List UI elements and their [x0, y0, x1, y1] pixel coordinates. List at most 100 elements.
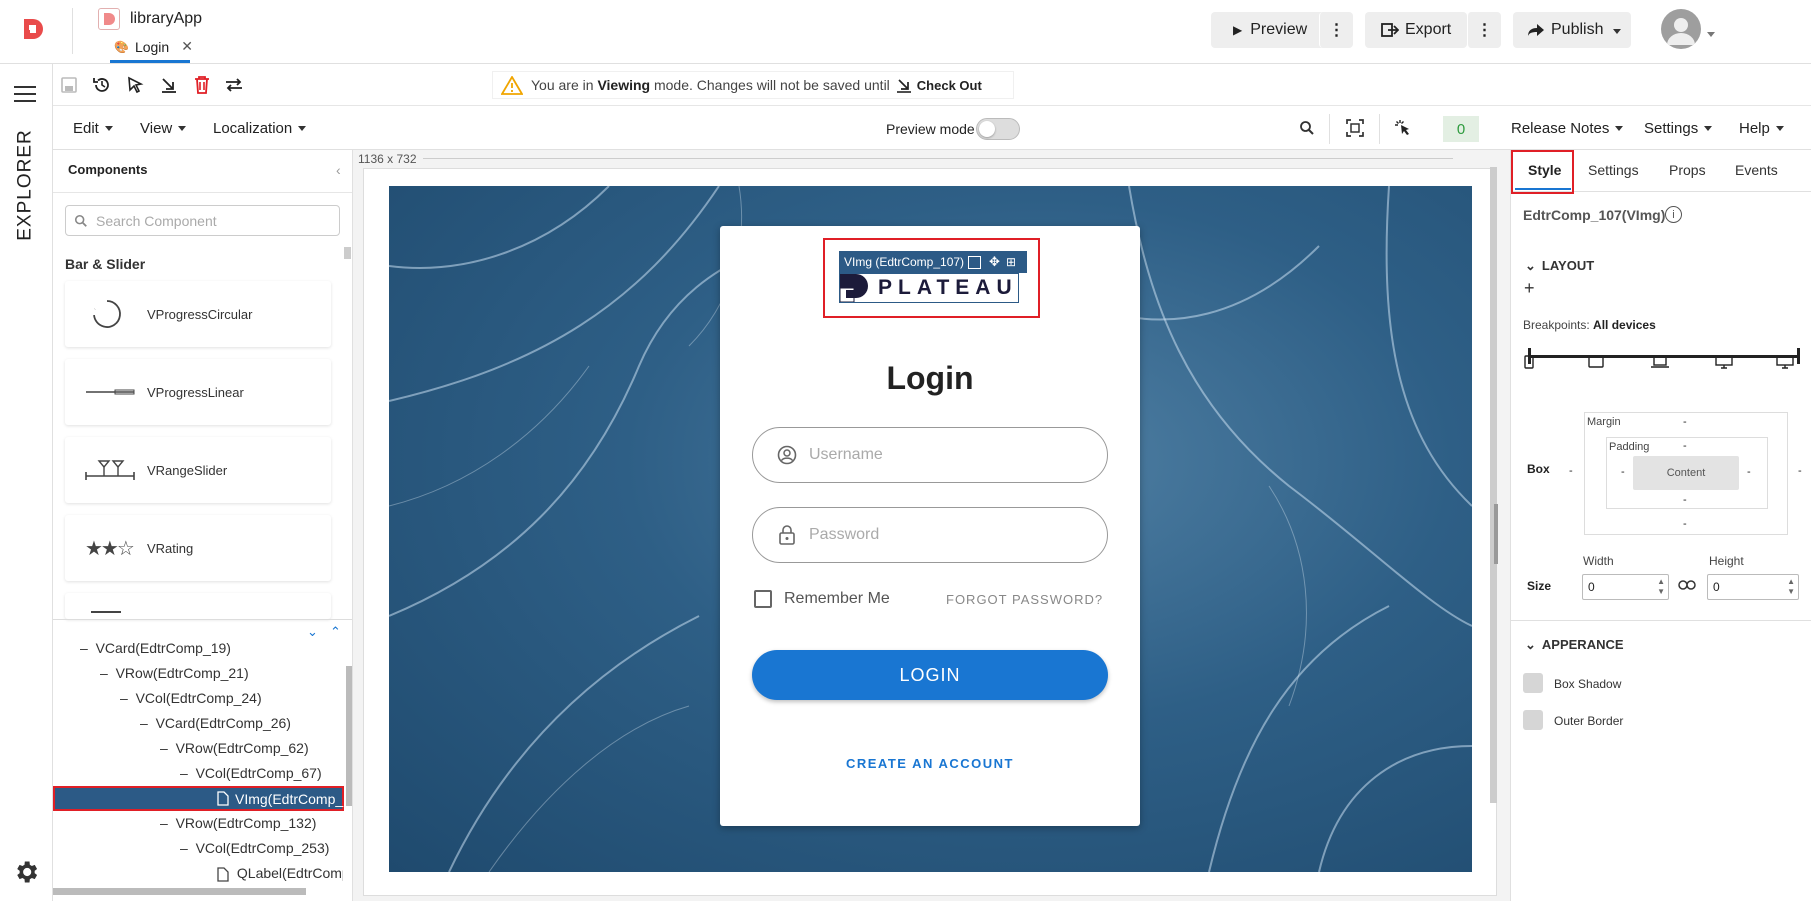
- component-item[interactable]: [65, 593, 331, 619]
- search-component-input[interactable]: Search Component: [65, 205, 340, 236]
- select-pointer-icon[interactable]: [126, 76, 144, 94]
- component-item[interactable]: VProgressLinear: [65, 359, 331, 425]
- preview-mode-toggle[interactable]: [976, 118, 1020, 140]
- tree-item[interactable]: – VCard(EdtrComp_26): [140, 715, 291, 731]
- tab-style[interactable]: Style: [1528, 162, 1561, 178]
- tree-item[interactable]: QLabel(EdtrComp: [217, 865, 343, 882]
- tree-item[interactable]: – VCol(EdtrComp_253): [180, 840, 329, 856]
- history-icon[interactable]: [93, 76, 111, 94]
- password-input[interactable]: Password: [752, 507, 1108, 563]
- close-tab-icon[interactable]: ✕: [181, 38, 193, 55]
- tree-item[interactable]: – VRow(EdtrComp_62): [160, 740, 309, 756]
- checkout-icon: [896, 77, 912, 93]
- export-more-icon[interactable]: ⋮: [1467, 12, 1501, 48]
- tree-item-selected[interactable]: VImg(EdtrComp_: [53, 786, 344, 811]
- move-icon[interactable]: ✥: [989, 254, 1000, 270]
- warning-icon: [501, 75, 523, 95]
- create-account-link[interactable]: CREATE AN ACCOUNT: [720, 756, 1140, 771]
- rating-icon: ★★☆: [85, 537, 135, 560]
- search-icon: [74, 214, 88, 228]
- outer-border-toggle[interactable]: [1523, 710, 1543, 730]
- tree-horizontal-scrollbar[interactable]: [53, 888, 306, 895]
- tablet-icon[interactable]: [1588, 356, 1604, 368]
- login-title: Login: [886, 360, 974, 396]
- menu-settings[interactable]: Settings: [1644, 120, 1713, 137]
- screenshot-frame-icon[interactable]: [1346, 119, 1364, 137]
- swap-icon[interactable]: [225, 77, 243, 93]
- search-icon[interactable]: [1299, 120, 1315, 136]
- tab-login[interactable]: 🎨 Login ✕: [114, 38, 193, 55]
- laptop-icon[interactable]: [1651, 356, 1669, 368]
- height-input[interactable]: 0 ▲ ▼: [1707, 574, 1799, 600]
- link-icon[interactable]: [1678, 579, 1696, 591]
- click-cursor-icon[interactable]: [1394, 119, 1412, 137]
- canvas-scrollbar[interactable]: [1490, 167, 1497, 803]
- tree-item[interactable]: – VRow(EdtrComp_132): [160, 815, 316, 831]
- count-badge: 0: [1443, 116, 1479, 142]
- check-in-icon[interactable]: [160, 76, 178, 94]
- width-input[interactable]: 0 ▲ ▼: [1582, 574, 1669, 600]
- menu-localization[interactable]: Localization: [213, 120, 307, 137]
- components-title: Components: [68, 162, 148, 177]
- appearance-section-header[interactable]: ⌄ APPERANCE: [1525, 637, 1624, 653]
- collapse-panel-icon[interactable]: ‹: [336, 162, 341, 178]
- login-button[interactable]: LOGIN: [752, 650, 1108, 700]
- preview-mode-label: Preview mode: [886, 121, 975, 137]
- tree-item[interactable]: – VCol(EdtrComp_67): [180, 765, 322, 781]
- delete-icon[interactable]: [194, 75, 210, 94]
- components-scrollbar[interactable]: [344, 247, 351, 259]
- chevron-down-icon: ⌄: [1525, 637, 1536, 652]
- component-item[interactable]: ★★☆ VRating: [65, 515, 331, 581]
- settings-gear-icon[interactable]: [12, 858, 40, 886]
- expand-tree-icon[interactable]: ⌄: [307, 624, 318, 640]
- export-button[interactable]: Export: [1365, 12, 1467, 48]
- menu-view[interactable]: View: [140, 120, 187, 137]
- layout-section-header[interactable]: ⌄ LAYOUT: [1525, 258, 1594, 274]
- tree-item[interactable]: – VRow(EdtrComp_21): [100, 665, 249, 681]
- forgot-password-link[interactable]: FORGOT PASSWORD?: [946, 592, 1103, 607]
- desktop-icon[interactable]: [1715, 355, 1733, 369]
- menu-help[interactable]: Help: [1739, 120, 1784, 137]
- tree-scrollbar[interactable]: [346, 666, 352, 806]
- box-shadow-toggle[interactable]: [1523, 673, 1543, 693]
- chevron-down-icon: ⌄: [1525, 258, 1536, 273]
- wide-monitor-icon[interactable]: [1776, 355, 1794, 369]
- top-bar: libraryApp 🎨 Login ✕ ▶ Preview ⋮ Export …: [0, 0, 1811, 64]
- publish-button[interactable]: Publish: [1513, 12, 1631, 48]
- menu-edit[interactable]: Edit: [73, 120, 113, 137]
- preview-more-icon[interactable]: ⋮: [1319, 12, 1353, 48]
- hamburger-menu-icon[interactable]: [14, 86, 36, 102]
- size-label: Size: [1527, 579, 1552, 593]
- avatar[interactable]: [1661, 9, 1701, 49]
- remember-me-checkbox[interactable]: [754, 590, 772, 608]
- component-name: EdtrComp_107(VImg): [1523, 207, 1666, 223]
- chevron-down-icon: [104, 126, 113, 131]
- active-tab-indicator: [110, 60, 190, 63]
- tab-props[interactable]: Props: [1669, 162, 1706, 178]
- plateau-logo[interactable]: PLATEAU: [839, 273, 1019, 303]
- tree-structure-icon[interactable]: ⊞: [1006, 255, 1016, 269]
- stepper-icon[interactable]: ▲ ▼: [1657, 577, 1665, 597]
- tab-events[interactable]: Events: [1735, 162, 1778, 178]
- component-item[interactable]: VProgressCircular: [65, 281, 331, 347]
- stepper-icon[interactable]: ▲ ▼: [1787, 577, 1795, 597]
- tab-settings[interactable]: Settings: [1588, 162, 1639, 178]
- info-icon[interactable]: i: [1665, 206, 1682, 223]
- save-icon[interactable]: [61, 77, 77, 93]
- copy-icon[interactable]: [968, 255, 982, 269]
- menu-release-notes[interactable]: Release Notes: [1511, 120, 1624, 137]
- phone-icon[interactable]: [1524, 355, 1534, 369]
- avatar-chevron-icon[interactable]: [1707, 24, 1715, 42]
- explorer-label[interactable]: EXPLORER: [13, 129, 39, 240]
- tree-item[interactable]: – VCard(EdtrComp_19): [80, 640, 231, 656]
- tree-item[interactable]: – VCol(EdtrComp_24): [120, 690, 262, 706]
- component-item[interactable]: VRangeSlider: [65, 437, 331, 503]
- add-icon[interactable]: +: [1524, 278, 1535, 299]
- collapse-tree-icon[interactable]: ⌃: [330, 624, 341, 640]
- width-label: Width: [1583, 554, 1614, 568]
- components-panel: Components ‹ Search Component Bar & Slid…: [53, 150, 353, 901]
- username-input[interactable]: Username: [752, 427, 1108, 483]
- checkout-button[interactable]: Check Out: [896, 77, 982, 93]
- brand-logo-icon[interactable]: [20, 16, 46, 42]
- divider: [72, 8, 73, 54]
